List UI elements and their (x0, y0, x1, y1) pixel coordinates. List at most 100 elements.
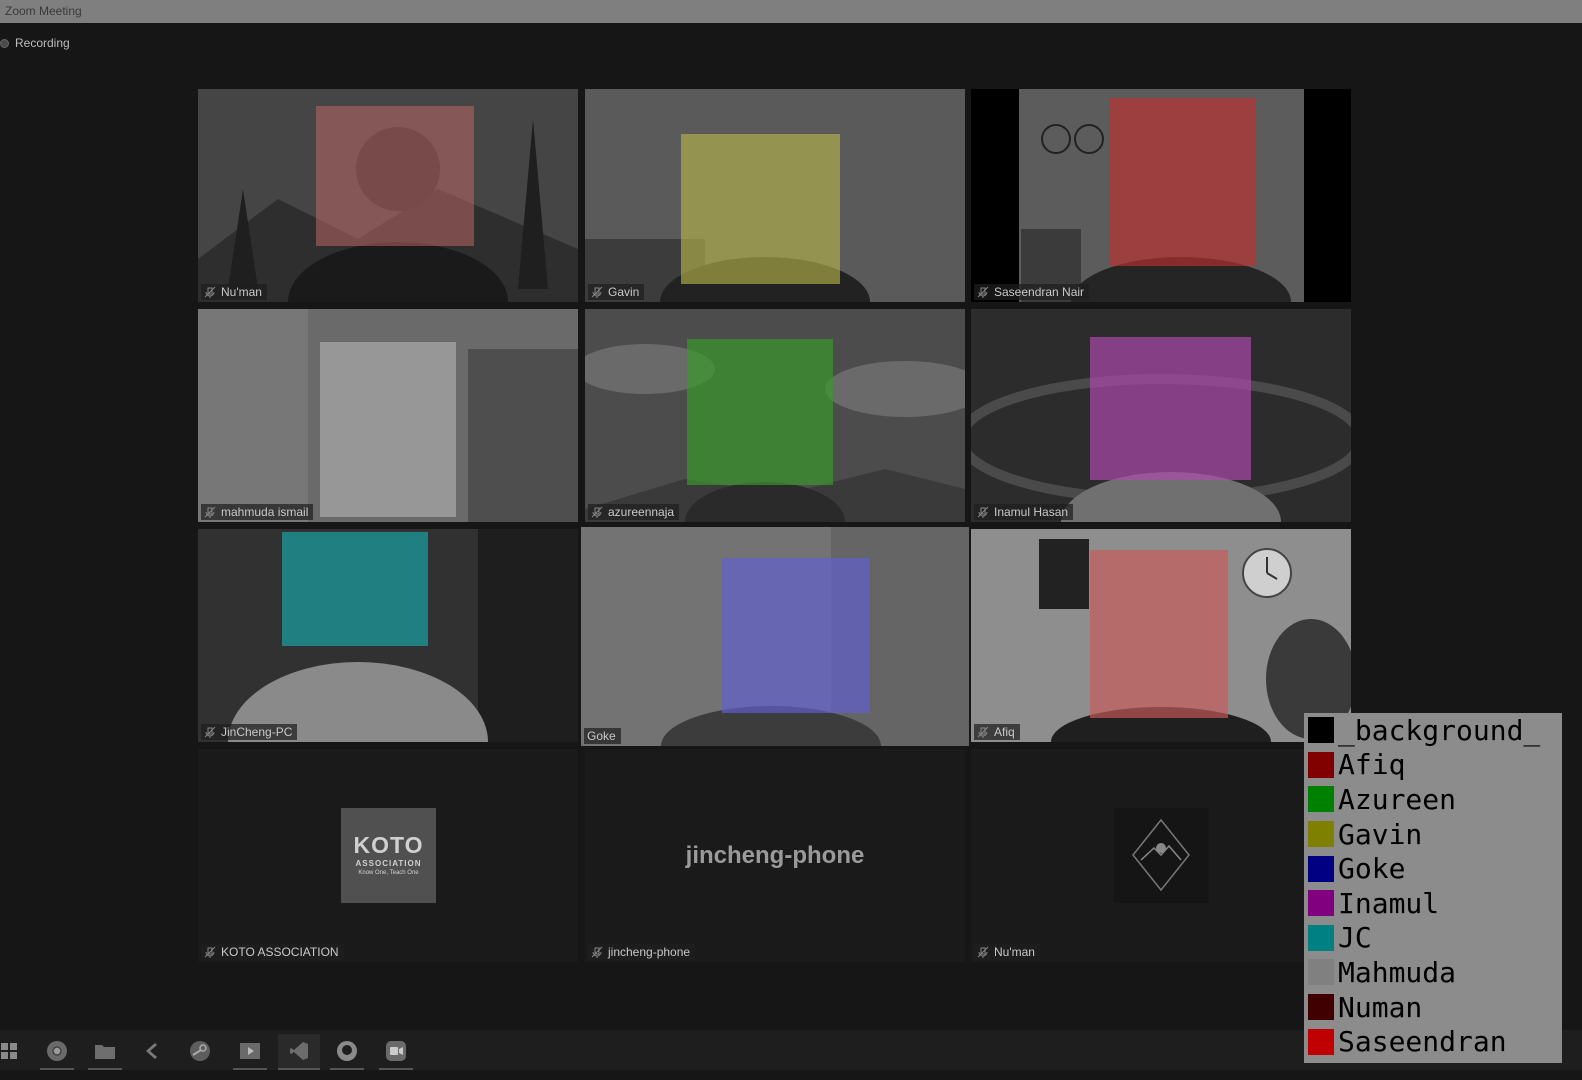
participant-name: Nu'man (994, 945, 1035, 959)
recording-indicator[interactable]: Recording (0, 36, 70, 50)
window-titlebar: Zoom Meeting (0, 0, 1582, 23)
video-tile-afiq[interactable]: Afiq (971, 529, 1351, 742)
legend-swatch (1308, 855, 1334, 882)
legend-label: Numan (1338, 990, 1423, 1024)
participant-name: KOTO ASSOCIATION (221, 945, 339, 959)
participant-label: Goke (584, 728, 621, 744)
legend-label: Saseendran (1338, 1025, 1507, 1059)
legend-item: Mahmuda (1308, 955, 1456, 990)
participant-name: JinCheng-PC (221, 725, 293, 739)
participant-label: jincheng-phone (588, 944, 696, 960)
mic-muted-icon (977, 286, 989, 298)
face-box-jincheng (282, 532, 428, 646)
legend-item: Goke (1308, 851, 1405, 886)
legend-swatch (1308, 717, 1334, 744)
video-tile-mahmuda[interactable]: mahmuda ismail (198, 309, 578, 522)
legend-swatch (1308, 751, 1334, 778)
legend-swatch (1308, 786, 1334, 813)
legend-item: Afiq (1308, 748, 1405, 783)
steam-icon[interactable] (183, 1034, 217, 1068)
legend-label: Inamul (1338, 886, 1440, 920)
participant-name: jincheng-phone (608, 945, 691, 959)
participant-name: Goke (587, 729, 616, 743)
file-explorer-icon[interactable] (88, 1034, 122, 1070)
face-box-mahmuda (320, 342, 456, 517)
video-tile-inamul[interactable]: Inamul Hasan (971, 309, 1351, 522)
mountain-diamond-logo (1114, 808, 1209, 903)
legend-item: JC (1308, 921, 1372, 956)
participant-name: Saseendran Nair (994, 285, 1085, 299)
video-tile-gavin[interactable]: Gavin (585, 89, 965, 302)
participant-label: mahmuda ismail (201, 504, 314, 520)
participant-display-name: jincheng-phone (685, 842, 865, 869)
video-tile-numan-avatar[interactable]: Nu'man (971, 749, 1304, 962)
mic-muted-icon (204, 286, 216, 298)
legend-swatch (1308, 821, 1334, 848)
legend-swatch (1308, 994, 1334, 1021)
visual-studio-icon[interactable] (278, 1034, 320, 1070)
participant-name: Afiq (994, 725, 1015, 739)
zoom-icon[interactable] (379, 1034, 413, 1070)
vscode-icon[interactable] (134, 1034, 168, 1068)
media-player-icon[interactable] (233, 1034, 267, 1070)
legend-swatch (1308, 890, 1334, 917)
window-title: Zoom Meeting (5, 4, 82, 18)
mountain-diamond-icon (1132, 818, 1190, 892)
participant-name: Nu'man (221, 285, 262, 299)
face-box-saseendran (1109, 98, 1255, 266)
mic-muted-icon (977, 946, 989, 958)
participant-label: Nu'man (201, 284, 267, 300)
legend-swatch (1308, 959, 1334, 986)
legend-label: Azureen (1338, 782, 1457, 816)
mic-muted-icon (204, 506, 216, 518)
legend-swatch (1308, 924, 1334, 951)
participant-name: Inamul Hasan (994, 505, 1069, 519)
koto-logo: KOTO ASSOCIATION Know One, Teach One (341, 808, 436, 903)
video-tile-azureen[interactable]: azureennaja (585, 309, 965, 522)
video-tile-goke-active-speaker[interactable]: Goke (581, 527, 969, 746)
chrome-icon[interactable] (40, 1034, 74, 1070)
video-tile-koto[interactable]: KOTO ASSOCIATION Know One, Teach One KOT… (198, 749, 578, 962)
mic-muted-icon (591, 506, 603, 518)
participant-label: Inamul Hasan (974, 504, 1074, 520)
mic-muted-icon (591, 286, 603, 298)
legend-label: Goke (1338, 852, 1406, 886)
legend-label: Afiq (1338, 748, 1406, 782)
windows-start-icon[interactable] (0, 1034, 26, 1068)
legend-label: _background_ (1338, 713, 1541, 747)
mic-muted-icon (977, 726, 989, 738)
participant-label: Saseendran Nair (974, 284, 1090, 300)
mic-muted-icon (204, 726, 216, 738)
participant-label: azureennaja (588, 504, 680, 520)
segmentation-legend: _background_ Afiq Azureen Gavin Goke Ina… (1304, 713, 1562, 1063)
legend-label: Gavin (1338, 817, 1423, 851)
legend-item: Numan (1308, 990, 1422, 1025)
participant-name: azureennaja (608, 505, 675, 519)
face-box-numan (316, 106, 474, 246)
mic-muted-icon (977, 506, 989, 518)
legend-item: _background_ (1308, 713, 1540, 748)
participant-label: Nu'man (974, 944, 1040, 960)
recording-label: Recording (15, 36, 70, 50)
mic-muted-icon (204, 946, 216, 958)
participant-name: mahmuda ismail (221, 505, 309, 519)
face-box-gavin (681, 134, 840, 284)
legend-item: Gavin (1308, 817, 1422, 852)
legend-label: Mahmuda (1338, 955, 1457, 989)
github-icon[interactable] (330, 1034, 364, 1070)
video-tile-jincheng-phone[interactable]: jincheng-phone jincheng-phone (585, 749, 965, 962)
legend-item: Saseendran (1308, 1024, 1507, 1059)
video-tile-jincheng[interactable]: JinCheng-PC (198, 529, 578, 742)
participant-label: Afiq (974, 724, 1020, 740)
face-box-afiq (1090, 550, 1228, 718)
participant-label: KOTO ASSOCIATION (201, 944, 344, 960)
legend-item: Azureen (1308, 782, 1456, 817)
face-box-azureen (687, 339, 833, 485)
video-tile-numan[interactable]: Nu'man (198, 89, 578, 302)
mic-muted-icon (591, 946, 603, 958)
video-tile-saseendran[interactable]: Saseendran Nair (971, 89, 1351, 302)
legend-label: JC (1338, 921, 1372, 955)
participant-name: Gavin (608, 285, 640, 299)
face-box-inamul (1090, 337, 1251, 480)
participant-label: JinCheng-PC (201, 724, 298, 740)
